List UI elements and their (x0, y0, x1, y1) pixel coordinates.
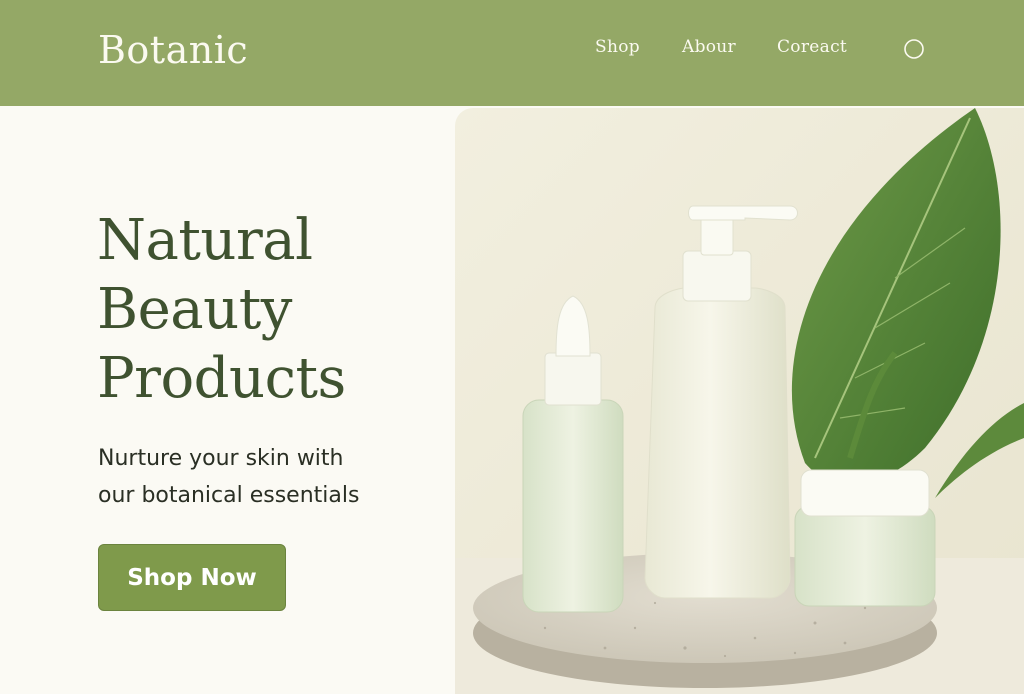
hero-title-line: Beauty (97, 277, 292, 342)
search-button[interactable] (903, 38, 925, 60)
nav-link-about[interactable]: Abour (682, 36, 736, 58)
nav-link-shop[interactable]: Shop (595, 36, 640, 58)
hero-subtitle-line: our botanical essentials (98, 483, 360, 508)
hero-product-image (455, 108, 1024, 694)
search-icon (904, 39, 924, 59)
hero-subtitle-line: Nurture your skin with (98, 446, 344, 471)
hero-title-line: Products (97, 346, 346, 411)
nav-link-contact[interactable]: Coreact (777, 36, 847, 58)
product-illustration (455, 108, 1024, 694)
top-nav-bar: Botanic Shop Abour Coreact (0, 0, 1024, 106)
hero-subtitle: Nurture your skin with our botanical ess… (98, 440, 418, 514)
cream-jar (794, 469, 936, 607)
shop-now-button[interactable]: Shop Now (98, 544, 286, 611)
brand-logo[interactable]: Botanic (98, 26, 248, 74)
hero-title: Natural Beauty Products (97, 206, 437, 413)
hero-title-line: Natural (97, 208, 313, 273)
